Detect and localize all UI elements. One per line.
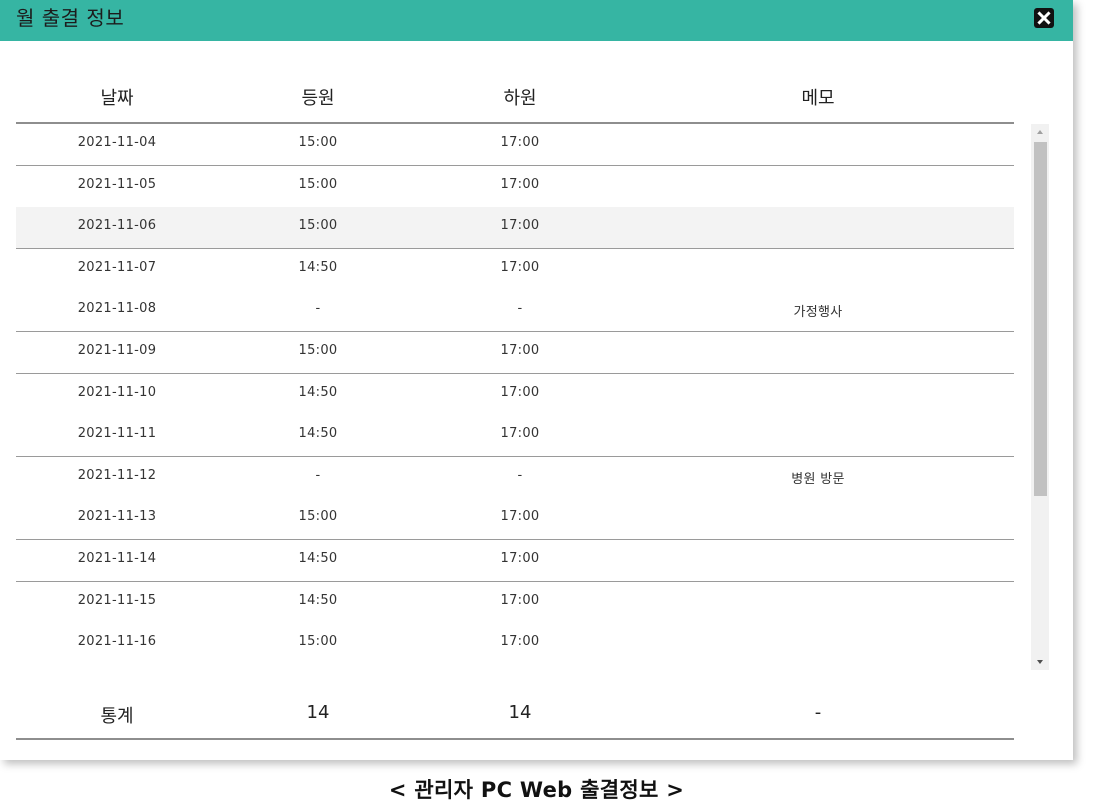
scroll-down-button[interactable] bbox=[1031, 654, 1049, 670]
table-row[interactable]: 2021-11-04 15:00 17:00 bbox=[16, 124, 1014, 166]
stats-label: 통계 bbox=[100, 706, 134, 727]
cell-arrival: 14:50 bbox=[298, 592, 338, 608]
cell-date: 2021-11-14 bbox=[77, 551, 157, 566]
vertical-scrollbar[interactable] bbox=[1031, 124, 1049, 670]
table-row[interactable]: 2021-11-10 14:50 17:00 bbox=[16, 373, 1014, 416]
cell-date: 2021-11-13 bbox=[77, 509, 157, 525]
table-row[interactable]: 2021-11-07 14:50 17:00 bbox=[16, 248, 1014, 291]
table-row[interactable]: 2021-11-09 15:00 17:00 bbox=[16, 332, 1014, 374]
cell-departure: 17:00 bbox=[500, 259, 540, 275]
cell-date: 2021-11-06 bbox=[77, 218, 157, 234]
cell-memo: 병원 방문 bbox=[791, 471, 845, 487]
cell-date: 2021-11-10 bbox=[77, 384, 157, 400]
column-header-arrival: 등원 bbox=[301, 88, 335, 109]
arrow-up-icon bbox=[1037, 130, 1043, 134]
cell-departure: - bbox=[517, 467, 523, 483]
cell-date: 2021-11-09 bbox=[77, 343, 157, 358]
table-row[interactable]: 2021-11-16 15:00 17:00 bbox=[16, 623, 1014, 664]
attendance-modal: 월 출결 정보 날짜 등원 하원 메모 2021-11-04 15:00 17:00… bbox=[0, 0, 1073, 760]
close-x-icon bbox=[1037, 11, 1051, 25]
arrow-down-icon bbox=[1037, 660, 1043, 664]
cell-arrival: - bbox=[315, 467, 321, 483]
table-body[interactable]: 2021-11-04 15:00 17:00 2021-11-05 15:00 17:00… bbox=[16, 124, 1014, 664]
stats-row: 통계 14 14 - bbox=[16, 690, 1014, 740]
table-row[interactable]: 2021-11-12 - - 병원 방문 bbox=[16, 456, 1014, 499]
cell-departure: 17:00 bbox=[500, 592, 540, 608]
column-header-memo: 메모 bbox=[801, 88, 835, 109]
cell-arrival: 14:50 bbox=[298, 259, 338, 275]
cell-departure: 17:00 bbox=[500, 218, 540, 234]
cell-arrival: 14:50 bbox=[298, 551, 338, 566]
cell-departure: 17:00 bbox=[500, 634, 540, 650]
cell-date: 2021-11-05 bbox=[77, 176, 157, 192]
cell-date: 2021-11-04 bbox=[77, 135, 157, 150]
cell-date: 2021-11-15 bbox=[77, 592, 157, 608]
cell-arrival: 15:00 bbox=[298, 218, 338, 234]
cell-memo: 가정행사 bbox=[793, 305, 843, 321]
cell-departure: 17:00 bbox=[500, 135, 540, 150]
close-button[interactable] bbox=[1034, 8, 1054, 28]
cell-arrival: 15:00 bbox=[298, 509, 338, 525]
column-header-departure: 하원 bbox=[503, 88, 537, 109]
cell-arrival: 14:50 bbox=[298, 426, 338, 442]
table-row[interactable]: 2021-11-05 15:00 17:00 bbox=[16, 165, 1014, 208]
cell-departure: 17:00 bbox=[500, 343, 540, 358]
cell-arrival: 15:00 bbox=[298, 634, 338, 650]
cell-departure: 17:00 bbox=[500, 426, 540, 442]
cell-arrival: 15:00 bbox=[298, 176, 338, 192]
stats-departure-count: 14 bbox=[508, 702, 532, 723]
cell-departure: 17:00 bbox=[500, 509, 540, 525]
table-row[interactable]: 2021-11-15 14:50 17:00 bbox=[16, 581, 1014, 624]
stats-arrival-count: 14 bbox=[306, 702, 330, 723]
cell-arrival: 15:00 bbox=[298, 135, 338, 150]
modal-header: 월 출결 정보 bbox=[0, 0, 1073, 41]
scroll-thumb[interactable] bbox=[1034, 142, 1047, 496]
column-header-date: 날짜 bbox=[100, 88, 134, 109]
cell-arrival: 15:00 bbox=[298, 343, 338, 358]
scroll-up-button[interactable] bbox=[1031, 124, 1049, 140]
cell-arrival: - bbox=[315, 301, 321, 317]
figure-caption: < 관리자 PC Web 출결정보 > bbox=[388, 778, 685, 800]
cell-departure: 17:00 bbox=[500, 384, 540, 400]
table-row[interactable]: 2021-11-13 15:00 17:00 bbox=[16, 498, 1014, 541]
cell-date: 2021-11-07 bbox=[77, 259, 157, 275]
cell-departure: - bbox=[517, 301, 523, 317]
table-row[interactable]: 2021-11-11 14:50 17:00 bbox=[16, 415, 1014, 458]
cell-departure: 17:00 bbox=[500, 176, 540, 192]
screenshot-stage: 월 출결 정보 날짜 등원 하원 메모 2021-11-04 15:00 17:00… bbox=[0, 0, 1110, 800]
table-row[interactable]: 2021-11-06 15:00 17:00 bbox=[16, 207, 1014, 250]
cell-date: 2021-11-12 bbox=[77, 467, 157, 483]
table-row[interactable]: 2021-11-08 - - 가정행사 bbox=[16, 290, 1014, 333]
modal-title: 월 출결 정보 bbox=[16, 6, 125, 30]
table-header: 날짜 등원 하원 메모 bbox=[16, 80, 1014, 124]
cell-arrival: 14:50 bbox=[298, 384, 338, 400]
cell-date: 2021-11-08 bbox=[77, 301, 157, 317]
stats-memo: - bbox=[814, 702, 822, 723]
cell-date: 2021-11-16 bbox=[77, 634, 157, 650]
cell-date: 2021-11-11 bbox=[77, 426, 157, 442]
table-row[interactable]: 2021-11-14 14:50 17:00 bbox=[16, 540, 1014, 582]
cell-departure: 17:00 bbox=[500, 551, 540, 566]
